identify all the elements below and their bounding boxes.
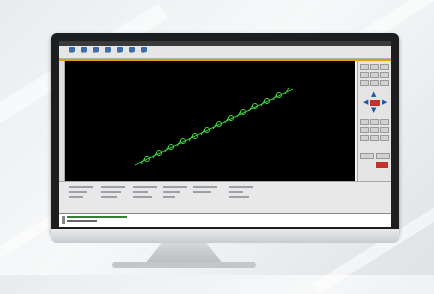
control-button[interactable] <box>360 80 369 86</box>
control-button[interactable] <box>376 153 390 159</box>
arrow-up-icon[interactable]: ▲ <box>371 91 376 98</box>
control-button[interactable] <box>380 72 389 78</box>
toolbar-label: Draw <box>104 52 111 54</box>
control-button[interactable] <box>360 153 374 159</box>
status-line <box>133 196 152 198</box>
toolbar-label: Run <box>141 52 146 54</box>
control-panel: ▲ ◀ ▶ ▼ <box>357 61 391 181</box>
toolbar-label: Open <box>80 52 87 54</box>
toolbar-button-path[interactable]: Path <box>115 47 124 57</box>
status-line <box>163 186 187 188</box>
monitor-stand-base <box>112 262 256 268</box>
control-button[interactable] <box>380 64 389 70</box>
control-button[interactable] <box>370 80 379 86</box>
command-line[interactable] <box>59 213 391 227</box>
toolbar-button-new[interactable]: New <box>67 47 76 57</box>
status-column <box>193 186 217 196</box>
toolbar-button-run[interactable]: Run <box>139 47 148 57</box>
toolbar-button-draw[interactable]: Draw <box>103 47 112 57</box>
status-line <box>193 191 211 193</box>
control-button[interactable] <box>360 135 369 141</box>
control-button[interactable] <box>380 119 389 125</box>
toolbar-button-open[interactable]: Open <box>79 47 88 57</box>
control-button[interactable] <box>370 72 379 78</box>
control-button[interactable] <box>380 80 389 86</box>
status-line <box>69 191 87 193</box>
control-button[interactable] <box>380 127 389 133</box>
status-column <box>229 186 253 201</box>
status-line <box>69 186 93 188</box>
status-line <box>163 196 175 198</box>
command-output <box>67 216 127 218</box>
status-column <box>163 186 187 201</box>
status-line <box>193 186 217 188</box>
status-line <box>163 191 180 193</box>
toolbar-label: Save <box>93 52 98 54</box>
control-button[interactable] <box>360 127 369 133</box>
control-button[interactable] <box>370 135 379 141</box>
monitor-chin <box>51 229 399 243</box>
arrow-right-icon[interactable]: ▶ <box>382 99 387 106</box>
toolpath-ticks <box>140 87 290 165</box>
command-output <box>67 220 97 222</box>
status-line <box>101 186 125 188</box>
toolbar: New Open Save Draw Path Sim Run <box>59 46 391 59</box>
toolbar-label: Path <box>117 52 122 54</box>
control-button[interactable] <box>360 64 369 70</box>
control-button[interactable] <box>360 119 369 125</box>
app-window: New Open Save Draw Path Sim Run ▲ ◀ ▶ ▼ <box>59 41 391 227</box>
toolbar-button-sim[interactable]: Sim <box>127 47 136 57</box>
status-line <box>133 186 157 188</box>
status-line <box>229 186 253 188</box>
status-line <box>101 191 121 193</box>
emergency-button[interactable] <box>376 162 388 168</box>
control-button[interactable] <box>360 72 369 78</box>
toolbar-label: Sim <box>129 52 134 54</box>
control-button[interactable] <box>370 64 379 70</box>
status-line <box>133 191 148 193</box>
toolbar-label: New <box>69 52 74 54</box>
command-prompt-icon <box>62 216 65 224</box>
toolbar-button-save[interactable]: Save <box>91 47 100 57</box>
control-button[interactable] <box>370 127 379 133</box>
status-column <box>101 186 125 201</box>
status-line <box>229 196 249 198</box>
monitor: New Open Save Draw Path Sim Run ▲ ◀ ▶ ▼ <box>51 33 399 243</box>
arrow-left-icon[interactable]: ◀ <box>363 99 368 106</box>
drawing-canvas[interactable] <box>65 61 355 181</box>
control-button[interactable] <box>380 135 389 141</box>
status-panel <box>59 181 391 213</box>
status-line <box>229 191 243 193</box>
status-line <box>101 196 117 198</box>
status-line <box>69 196 83 198</box>
arrow-down-icon[interactable]: ▼ <box>371 107 376 114</box>
status-column <box>69 186 93 201</box>
toolpath-drawing <box>134 87 294 166</box>
status-column <box>133 186 157 201</box>
control-button[interactable] <box>370 119 379 125</box>
